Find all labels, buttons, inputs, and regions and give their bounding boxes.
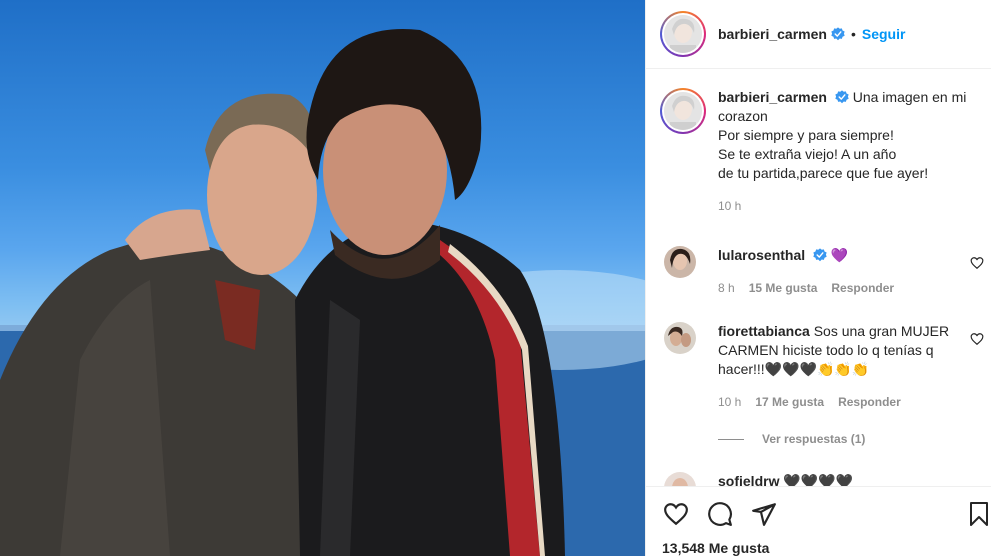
paper-plane-icon[interactable] [750,501,778,527]
caption-time[interactable]: 10 h [718,197,741,216]
comment-body: sofieldrw 🖤🖤🖤🖤 [718,472,968,486]
caption-username[interactable]: barbieri_carmen [718,89,827,105]
comment-icon[interactable] [706,501,734,527]
author-avatar[interactable] [660,11,706,57]
reply-button[interactable]: Responder [831,279,894,298]
comment-likes[interactable]: 15 Me gusta [749,279,818,298]
commenter-avatar[interactable] [664,246,696,278]
photo-illustration [0,29,645,556]
comment-likes[interactable]: 17 Me gusta [755,393,824,412]
comment-text: 🖤🖤🖤🖤 [783,473,854,486]
verified-badge-icon [835,90,849,104]
heart-icon[interactable] [970,332,984,346]
comment-body: fiorettabianca Sos una gran MUJER CARMEN… [718,322,968,412]
likes-count[interactable]: 13,548 Me gusta [662,540,769,556]
replies-divider [718,438,744,440]
action-icons [662,501,778,527]
caption-meta: 10 h [718,197,980,216]
heart-icon[interactable] [662,501,690,527]
comments-list[interactable]: barbieri_carmen Una imagen en mi corazon… [646,70,991,486]
post-side-panel: barbieri_carmen • Seguir barbieri_carmen… [645,0,991,556]
comment-body: lularosenthal 💜 8 h 15 Me gusta Responde… [718,246,968,298]
commenter-username[interactable]: sofieldrw [718,473,779,486]
commenter-username[interactable]: lularosenthal [718,247,805,263]
comment-time[interactable]: 10 h [718,393,741,412]
comment-text: 💜 [830,247,849,263]
post-header: barbieri_carmen • Seguir [646,0,991,69]
verified-badge-icon [813,248,827,262]
header-separator: • [850,26,856,42]
caption-text: barbieri_carmen Una imagen en mi corazon… [718,88,980,216]
author-username[interactable]: barbieri_carmen [718,26,827,42]
post-actions: 13,548 Me gusta [646,486,991,556]
instagram-post: barbieri_carmen • Seguir barbieri_carmen… [0,0,991,556]
comment-meta: 10 h 17 Me gusta Responder [718,393,968,412]
commenter-username[interactable]: fiorettabianca [718,323,810,339]
view-replies-label: Ver respuestas (1) [762,432,866,446]
reply-button[interactable]: Responder [838,393,901,412]
follow-button[interactable]: Seguir [862,26,906,42]
view-replies-button[interactable]: Ver respuestas (1) [718,432,865,446]
post-photo[interactable] [0,0,645,556]
commenter-avatar[interactable] [664,322,696,354]
caption: barbieri_carmen Una imagen en mi corazon… [660,88,980,216]
commenter-avatar[interactable] [664,472,696,486]
heart-icon[interactable] [970,256,984,270]
comment-time[interactable]: 8 h [718,279,735,298]
comment-item: sofieldrw 🖤🖤🖤🖤 [664,472,984,486]
bookmark-icon[interactable] [969,501,989,527]
verified-badge-icon [831,27,845,41]
caption-line: de tu partida,parece que fue ayer! [718,165,929,181]
comment-item: fiorettabianca Sos una gran MUJER CARMEN… [664,322,984,412]
caption-line: Por siempre y para siempre! [718,127,894,143]
caption-line: Se te extraña viejo! A un año [718,146,897,162]
comment-meta: 8 h 15 Me gusta Responder [718,279,968,298]
comment-item: lularosenthal 💜 8 h 15 Me gusta Responde… [664,246,984,298]
caption-avatar[interactable] [660,88,706,134]
